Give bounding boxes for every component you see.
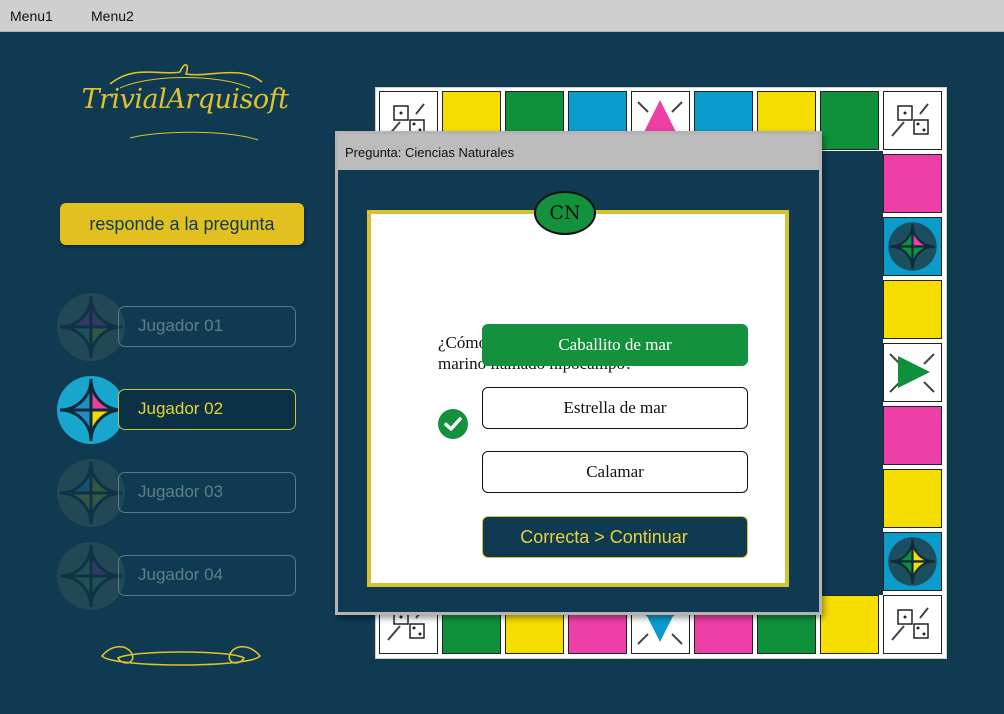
player-name: Jugador 02 [138, 399, 224, 418]
player-card-03[interactable]: Jugador 03 [56, 458, 304, 528]
category-badge: CN [534, 191, 596, 235]
arrow-icon [889, 353, 935, 393]
board-cell-wedge-pink [883, 217, 942, 276]
board-cell-green [820, 91, 879, 150]
turn-status-button[interactable]: responde a la pregunta [60, 203, 304, 245]
menu-item-menu1[interactable]: Menu1 [10, 8, 53, 24]
question-card: ¿Cómo es conocido popularmente el animal… [367, 210, 789, 587]
board-cell-pink [883, 154, 942, 213]
player-name: Jugador 01 [138, 316, 224, 335]
menu-item-menu2[interactable]: Menu2 [91, 8, 134, 24]
player-token-icon [57, 376, 125, 444]
board-cell-yellow [883, 280, 942, 339]
player-name: Jugador 03 [138, 482, 224, 501]
player-name: Jugador 04 [138, 565, 224, 584]
menu-bar: Menu1 Menu2 [0, 0, 1004, 32]
continue-button[interactable]: Correcta > Continuar [482, 516, 748, 558]
dice-icon [891, 103, 929, 137]
check-icon [438, 409, 468, 439]
game-logo: TrivialArquisoft [80, 62, 290, 152]
answer-option-1[interactable]: Caballito de mar [482, 324, 748, 366]
player-token-icon [57, 542, 125, 610]
board-cell-wedge-yellow [883, 532, 942, 591]
board-cell-yellow [820, 595, 879, 654]
board-cell-pink [883, 406, 942, 465]
board-cell-dice [883, 91, 942, 150]
wedge-space-icon [888, 537, 937, 586]
player-token-icon [57, 459, 125, 527]
player-card-02[interactable]: Jugador 02 [56, 375, 304, 445]
player-token-icon [57, 293, 125, 361]
question-dialog: Pregunta: Ciencias Naturales ¿Cómo es co… [335, 131, 822, 615]
dice-icon [891, 607, 929, 641]
player-card-04[interactable]: Jugador 04 [56, 541, 304, 611]
wedge-space-icon [888, 222, 937, 271]
board-cell-yellow [883, 469, 942, 528]
board-cell-special-green [883, 343, 942, 402]
answer-option-2[interactable]: Estrella de mar [482, 387, 748, 429]
dialog-title-bar: Pregunta: Ciencias Naturales [338, 134, 819, 170]
flourish-ornament-icon [100, 645, 262, 666]
player-card-01[interactable]: Jugador 01 [56, 292, 304, 362]
logo-text: TrivialArquisoft [81, 84, 289, 115]
board-cell-dice [883, 595, 942, 654]
dialog-title: Pregunta: Ciencias Naturales [345, 145, 515, 160]
answer-option-3[interactable]: Calamar [482, 451, 748, 493]
